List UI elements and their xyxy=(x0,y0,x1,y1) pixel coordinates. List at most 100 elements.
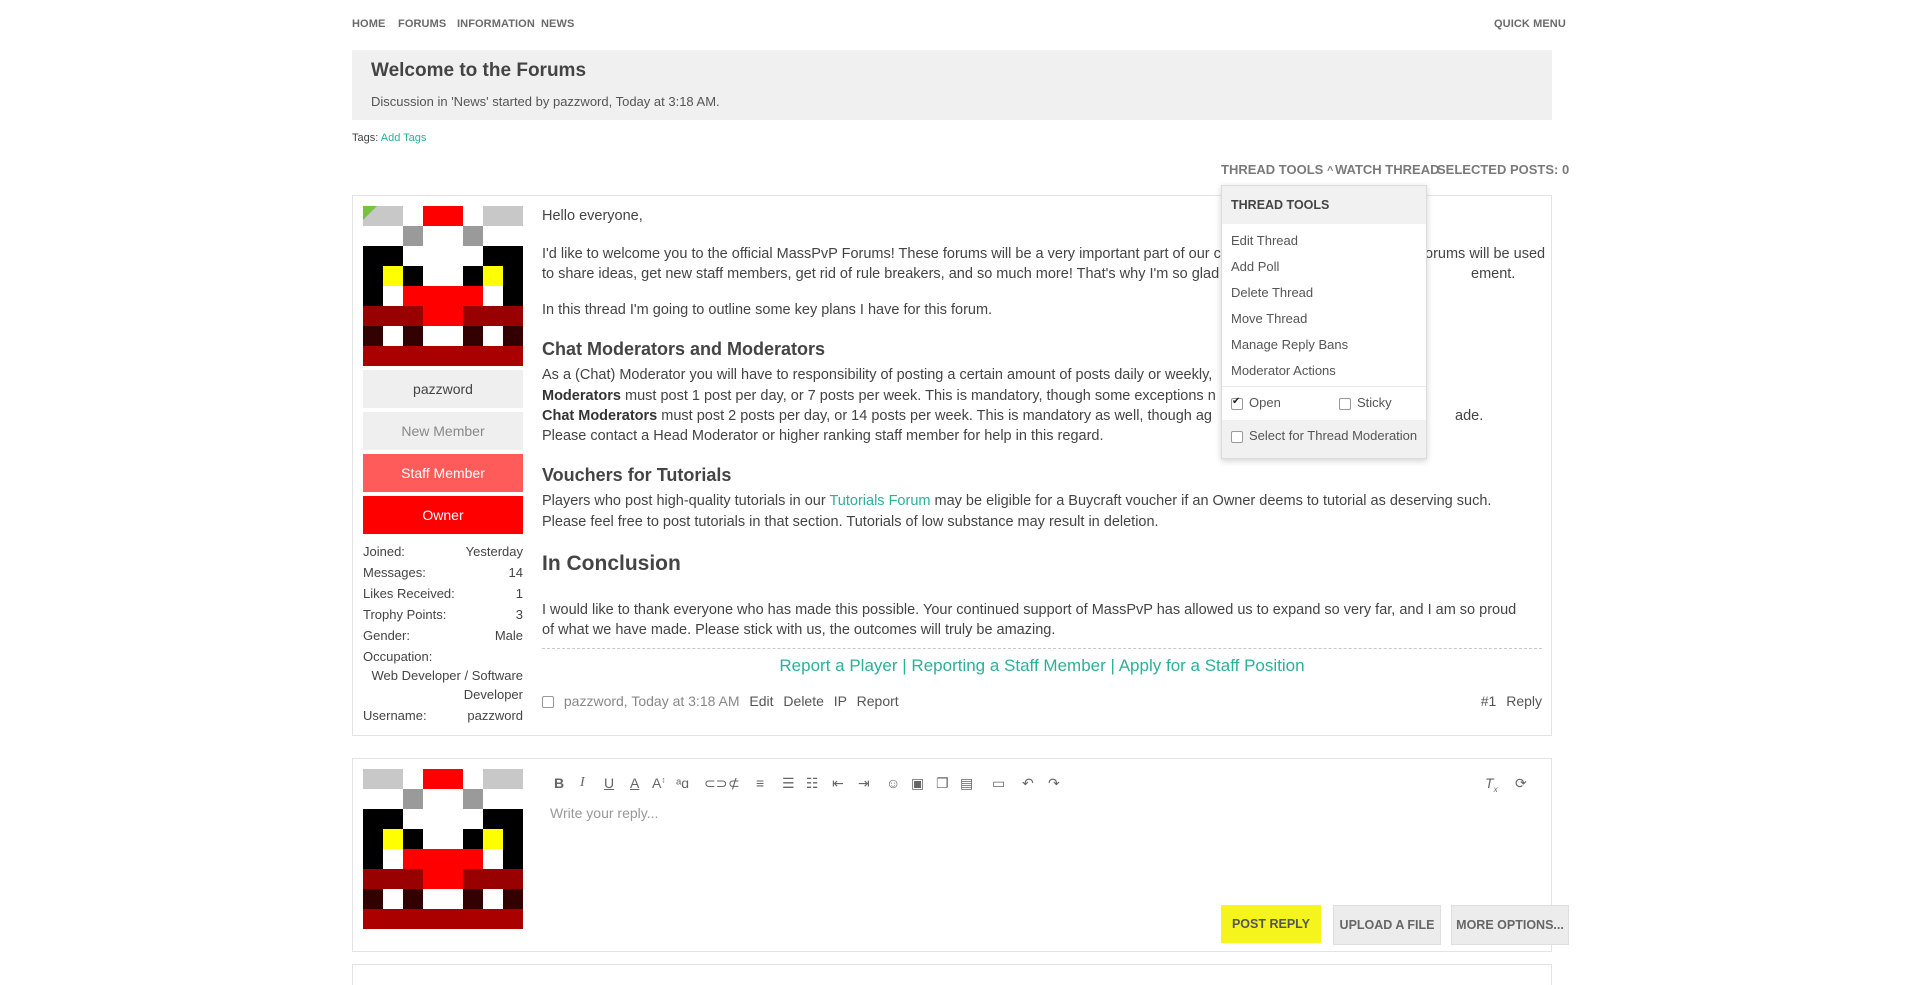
menu-manage-reply-bans[interactable]: Manage Reply Bans xyxy=(1231,337,1348,352)
heading-vouchers: Vouchers for Tutorials xyxy=(542,465,732,485)
font-color-icon[interactable]: A xyxy=(630,775,639,791)
thread-tools-label: Thread Tools xyxy=(1221,162,1324,177)
heading-conclusion: In Conclusion xyxy=(542,552,681,575)
redo-icon[interactable]: ↷ xyxy=(1048,775,1060,792)
signature: Report a Player | Reporting a Staff Memb… xyxy=(779,656,1305,675)
stat-likes: Likes Received: 1 xyxy=(363,586,523,601)
nav-home[interactable]: Home xyxy=(352,18,385,30)
mod-line-2: Moderators must post 1 post per day, or … xyxy=(542,388,1216,404)
menu-moderator-actions[interactable]: Moderator Actions xyxy=(1231,363,1336,378)
menu-edit-thread[interactable]: Edit Thread xyxy=(1231,233,1298,248)
post-intro-1-tail: orums will be used xyxy=(1425,246,1546,262)
open-checkbox[interactable] xyxy=(1231,396,1243,410)
vouch-line-2: Please feel free to post tutorials in th… xyxy=(542,514,1159,530)
thread-tools-button[interactable]: Thread Tools ^ xyxy=(1221,162,1333,177)
next-section xyxy=(352,964,1552,985)
select-post-checkbox[interactable] xyxy=(542,696,554,709)
report-link[interactable]: Report xyxy=(857,693,899,709)
underline-icon[interactable]: U xyxy=(604,775,614,791)
add-tags-link[interactable]: Add Tags xyxy=(381,132,427,144)
nav-news[interactable]: News xyxy=(541,18,574,30)
avatar[interactable] xyxy=(363,206,523,366)
ip-link[interactable]: IP xyxy=(834,693,847,709)
post-author-date[interactable]: pazzword, Today at 3:18 AM xyxy=(564,693,740,709)
tags-label: Tags: xyxy=(352,132,379,144)
thread-tools-menu-header: Thread Tools xyxy=(1222,186,1426,224)
post-meta: pazzword, Today at 3:18 AM Edit Delete I… xyxy=(542,693,1542,713)
open-toggle[interactable]: Open xyxy=(1231,395,1281,410)
watch-thread-button[interactable]: Watch Thread xyxy=(1335,162,1439,177)
nav-information[interactable]: Information xyxy=(457,18,535,30)
signature-divider xyxy=(542,648,1542,649)
occupation-value: Web Developer / Software xyxy=(371,668,524,683)
occupation-value-2: Developer xyxy=(463,687,523,702)
font-size-icon[interactable]: A↕ xyxy=(652,775,665,791)
image-icon[interactable]: ▣ xyxy=(911,775,924,792)
vouch-line-1: Players who post high-quality tutorials … xyxy=(542,493,1492,509)
remove-format-icon[interactable]: Tx xyxy=(1485,775,1498,794)
mod-line-4: Please contact a Head Moderator or highe… xyxy=(542,428,1104,444)
indent-icon[interactable]: ⇥ xyxy=(858,775,870,792)
select-moderation-checkbox[interactable] xyxy=(1231,430,1243,443)
media-icon[interactable]: ❐ xyxy=(936,775,949,792)
report-staff-link[interactable]: Reporting a Staff Member xyxy=(911,656,1105,675)
reply-link[interactable]: Reply xyxy=(1506,693,1542,709)
quick-reply: B I U A A↕ ᵃɑ ⊂⊃ ⊄ ≡ ☰ ☷ ⇤ ⇥ ☺ ▣ ❐ ▤ ▭ ↶… xyxy=(352,758,1569,952)
post-reply-button[interactable]: Post Reply xyxy=(1221,905,1321,943)
numbered-list-icon[interactable]: ☷ xyxy=(806,775,819,792)
stat-trophy: Trophy Points: 3 xyxy=(363,607,523,622)
bold-icon[interactable]: B xyxy=(554,775,564,791)
stat-occupation: Occupation: xyxy=(363,649,433,664)
rank-badge: New Member xyxy=(363,412,523,450)
thread-title: Welcome to the Forums xyxy=(371,60,587,81)
link-icon[interactable]: ⊂⊃ xyxy=(704,775,727,792)
tutorials-forum-link[interactable]: Tutorials Forum xyxy=(829,493,930,509)
sticky-toggle[interactable]: Sticky xyxy=(1339,395,1392,410)
edit-link[interactable]: Edit xyxy=(749,693,773,709)
align-icon[interactable]: ≡ xyxy=(756,775,764,791)
quick-menu[interactable]: Quick Menu xyxy=(1494,18,1566,30)
select-moderation-toggle[interactable]: Select for Thread Moderation xyxy=(1231,428,1417,443)
conclusion-line-1: I would like to thank everyone who has m… xyxy=(542,602,1517,618)
menu-delete-thread[interactable]: Delete Thread xyxy=(1231,285,1313,300)
save-draft-icon[interactable]: ▭ xyxy=(992,775,1005,792)
bullet-list-icon[interactable]: ☰ xyxy=(782,775,795,792)
post-intro-2: to share ideas, get new staff members, g… xyxy=(542,266,1228,282)
stat-gender: Gender: Male xyxy=(363,628,523,643)
mod-line-3: Chat Moderators must post 2 posts per da… xyxy=(542,408,1212,424)
selected-posts-button[interactable]: Selected Posts: 0 xyxy=(1437,162,1569,177)
reply-editor: B I U A A↕ ᵃɑ ⊂⊃ ⊄ ≡ ☰ ☷ ⇤ ⇥ ☺ ▣ ❐ ▤ ▭ ↶… xyxy=(542,759,1569,951)
delete-link[interactable]: Delete xyxy=(783,693,823,709)
code-icon[interactable]: ▤ xyxy=(960,775,973,792)
post-number[interactable]: #1 xyxy=(1481,693,1497,709)
unlink-icon[interactable]: ⊄ xyxy=(728,775,740,792)
reply-textarea[interactable]: Write your reply... xyxy=(550,805,1530,895)
thread-subtitle: Discussion in 'News' started by pazzword… xyxy=(371,94,720,109)
font-family-icon[interactable]: ᵃɑ xyxy=(676,775,689,791)
reply-avatar xyxy=(363,769,523,929)
toggle-bbcode-icon[interactable]: ⟳ xyxy=(1515,775,1527,792)
owner-badge: Owner xyxy=(363,496,523,534)
post-intro-2-tail: ement. xyxy=(1471,266,1516,282)
report-player-link[interactable]: Report a Player xyxy=(779,656,897,675)
stat-username: Username: pazzword xyxy=(363,708,523,723)
outdent-icon[interactable]: ⇤ xyxy=(832,775,844,792)
italic-icon[interactable]: I xyxy=(580,775,585,791)
username-badge[interactable]: pazzword xyxy=(363,370,523,408)
conclusion-line-2: of what we have made. Please stick with … xyxy=(542,622,1056,638)
sticky-checkbox[interactable] xyxy=(1339,397,1351,410)
staff-badge: Staff Member xyxy=(363,454,523,492)
thread-tools-menu: Thread Tools Edit Thread Add Poll Delete… xyxy=(1221,185,1427,459)
smiley-icon[interactable]: ☺ xyxy=(886,775,900,791)
heading-moderators: Chat Moderators and Moderators xyxy=(542,339,826,359)
upload-file-button[interactable]: Upload a File xyxy=(1333,905,1441,945)
chevron-up-icon: ^ xyxy=(1326,165,1334,177)
nav-forums[interactable]: Forums xyxy=(398,18,446,30)
undo-icon[interactable]: ↶ xyxy=(1022,775,1034,792)
menu-add-poll[interactable]: Add Poll xyxy=(1231,259,1279,274)
menu-move-thread[interactable]: Move Thread xyxy=(1231,311,1307,326)
apply-staff-link[interactable]: Apply for a Staff Position xyxy=(1119,656,1305,675)
stat-joined: Joined: Yesterday xyxy=(363,544,523,559)
tags-row: Tags: Add Tags xyxy=(352,132,426,144)
more-options-button[interactable]: More Options... xyxy=(1451,905,1569,945)
